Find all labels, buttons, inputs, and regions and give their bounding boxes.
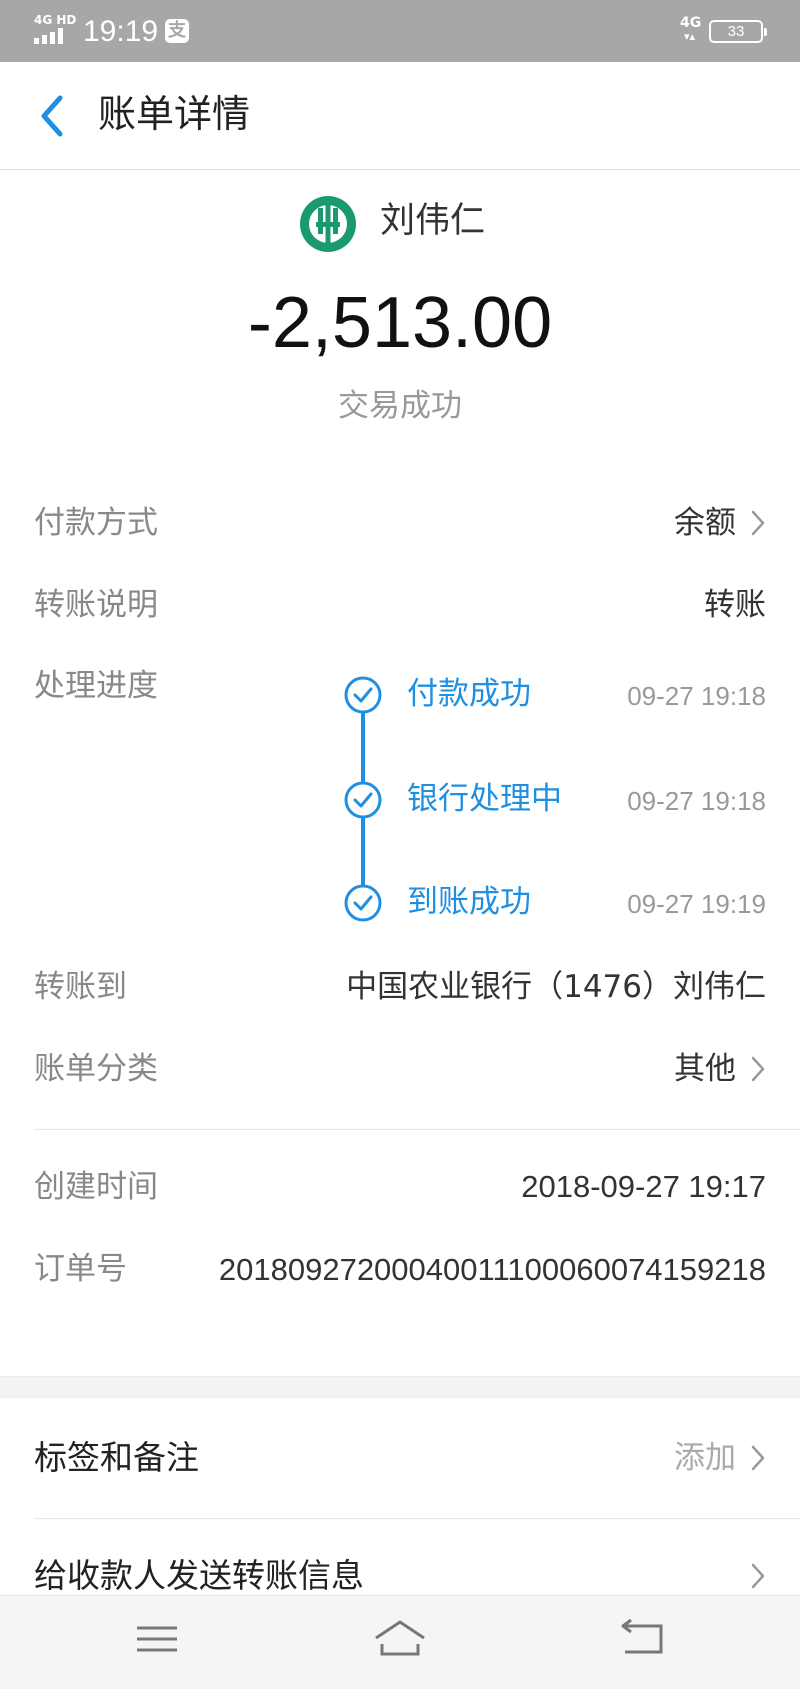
alipay-notification-icon: 支 (165, 19, 189, 43)
progress-step-label: 银行处理中 (407, 781, 562, 817)
progress-step-time: 09-27 19:18 (627, 681, 766, 711)
system-navigation-bar (0, 1595, 800, 1689)
chevron-right-icon (751, 1445, 765, 1471)
progress-step-label: 付款成功 (407, 676, 531, 712)
tags-notes-label: 标签和备注 (34, 1438, 199, 1477)
header: 账单详情 (0, 62, 800, 170)
menu-icon (137, 1626, 177, 1652)
transfer-to-label: 转账到 (34, 969, 127, 1005)
network-type: 4G HD (34, 13, 77, 27)
payee-name: 刘伟仁 (380, 201, 486, 241)
transfer-note-value: 转账 (704, 587, 766, 623)
chevron-right-icon (751, 510, 765, 536)
return-icon (621, 1618, 663, 1654)
data-activity-icon: ▾▴ (684, 30, 696, 43)
back-nav-button[interactable] (613, 1614, 673, 1664)
section-gap (0, 1376, 800, 1398)
transaction-status: 交易成功 (338, 388, 462, 424)
transaction-amount: -2,513.00 (247, 283, 553, 363)
add-tag-hint: 添加 (674, 1440, 736, 1476)
signal-icon (34, 28, 70, 44)
divider (34, 1129, 800, 1130)
check-circle-icon (344, 676, 382, 714)
divider (34, 1518, 800, 1519)
progress-connector (361, 712, 365, 782)
payment-method-label: 付款方式 (34, 505, 158, 541)
progress-step-time: 09-27 19:19 (627, 889, 766, 919)
progress-label: 处理进度 (34, 668, 158, 704)
created-time-value: 2018-09-27 19:17 (521, 1169, 766, 1204)
home-button[interactable] (370, 1614, 430, 1664)
progress-connector (361, 818, 365, 886)
order-number-label: 订单号 (34, 1251, 127, 1287)
payee-summary: 刘伟仁 (0, 190, 800, 256)
status-time: 19:19 (83, 15, 159, 48)
progress-step-time: 09-27 19:18 (627, 786, 766, 816)
order-number-value: 20180927200040011100060074159218 (218, 1252, 766, 1287)
chevron-right-icon (751, 1563, 765, 1589)
back-button[interactable] (34, 92, 74, 140)
abc-bank-logo-icon (300, 196, 356, 252)
check-circle-icon (344, 884, 382, 922)
status-bar: 4G HD 19:19 支 4G ▾▴ 33 (0, 0, 800, 62)
payment-method-value: 余额 (674, 505, 736, 541)
transfer-note-label: 转账说明 (34, 587, 158, 623)
check-circle-icon (344, 781, 382, 819)
mobile-data-label: 4G (680, 15, 702, 31)
chevron-right-icon (751, 1056, 765, 1082)
chevron-left-icon (41, 95, 63, 137)
page-title: 账单详情 (98, 92, 251, 136)
battery-icon: 33 (709, 20, 767, 43)
transfer-to-value: 中国农业银行（1476）刘伟仁 (346, 969, 766, 1005)
progress-step-label: 到账成功 (407, 884, 531, 920)
menu-button[interactable] (127, 1614, 187, 1664)
send-transfer-info-label: 给收款人发送转账信息 (34, 1556, 364, 1595)
category-value: 其他 (674, 1051, 736, 1087)
category-label: 账单分类 (34, 1051, 158, 1087)
created-time-label: 创建时间 (34, 1169, 158, 1205)
home-icon (375, 1620, 425, 1656)
